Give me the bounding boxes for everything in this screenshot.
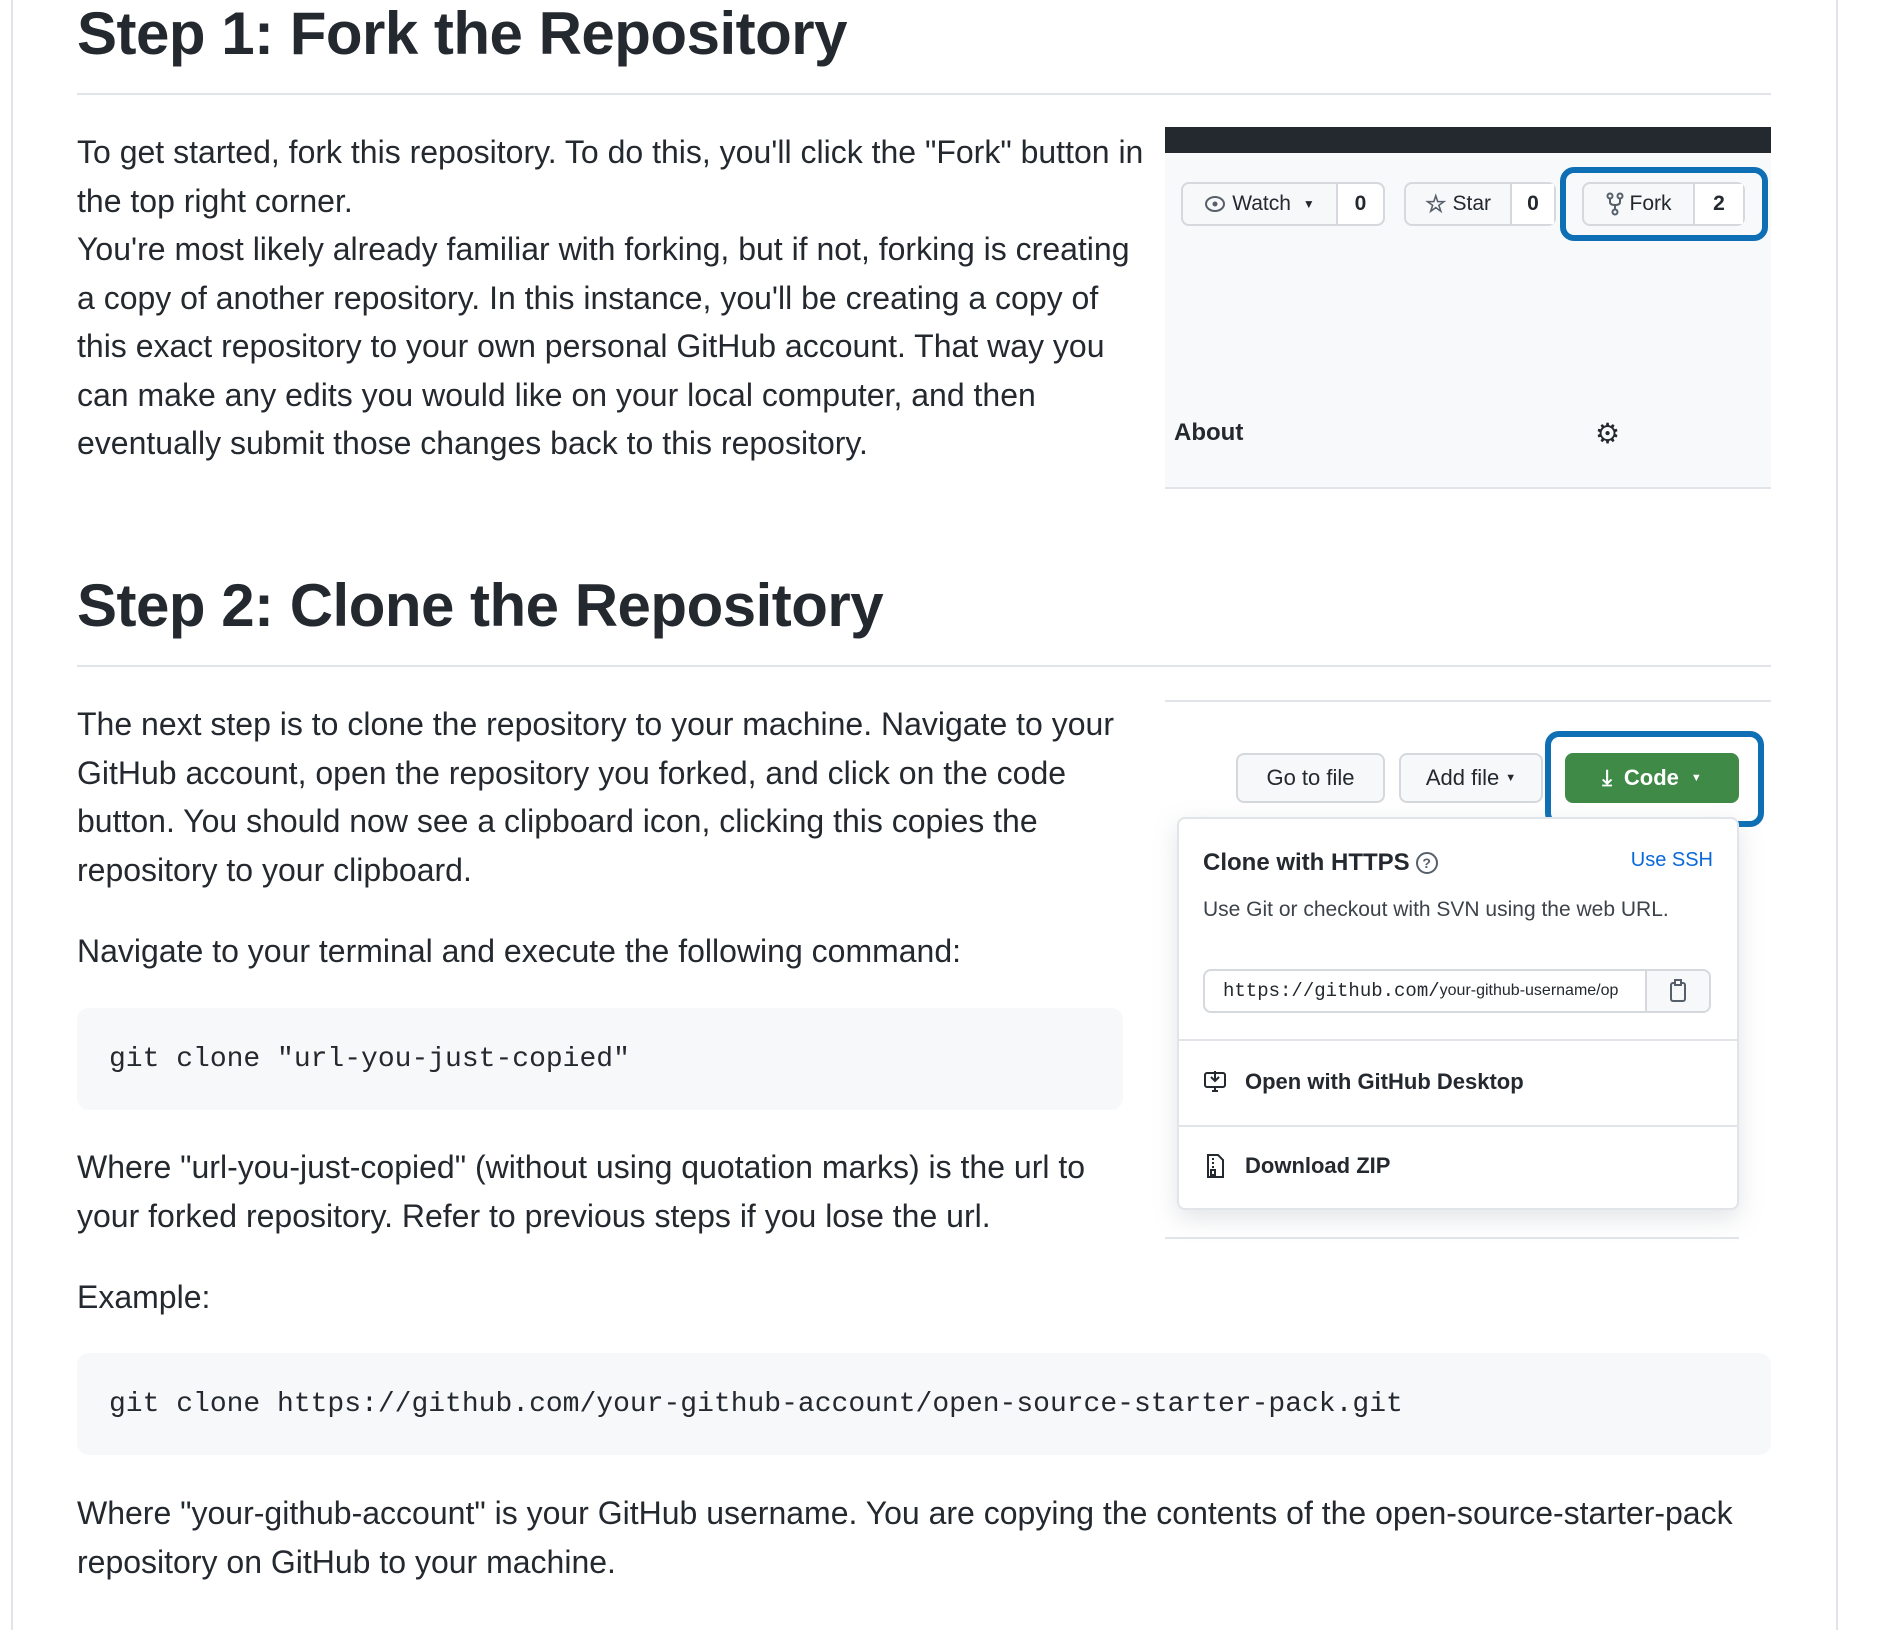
code-highlight <box>1545 731 1764 827</box>
url-prefix: https://github.com/ <box>1223 980 1440 1002</box>
navigate-text: Navigate to your terminal and execute th… <box>77 933 962 969</box>
add-file-label: Add file <box>1425 765 1500 790</box>
example-command: git clone https://github.com/your-github… <box>109 1388 1403 1420</box>
go-to-file-label: Go to file <box>1266 765 1355 790</box>
go-to-file-button[interactable]: Go to file <box>1236 753 1385 803</box>
watch-button[interactable]: Watch ▼ 0 <box>1181 182 1385 226</box>
header-bar <box>1165 127 1771 153</box>
clipboard-icon <box>1669 979 1687 1003</box>
download-zip-label: Download ZIP <box>1245 1153 1391 1178</box>
use-ssh-link[interactable]: Use SSH <box>1631 849 1713 872</box>
url-rest: your-github-username/op <box>1439 982 1619 999</box>
star-button[interactable]: ☆ Star 0 <box>1404 182 1556 226</box>
watch-label: Watch <box>1232 192 1291 215</box>
desktop-download-icon <box>1203 1070 1227 1094</box>
gear-icon[interactable]: ⚙ <box>1595 417 1620 450</box>
add-file-button[interactable]: Add file ▼ <box>1399 753 1543 803</box>
clone-url-input[interactable]: https://github.com/your-github-username/… <box>1203 969 1711 1013</box>
step1-heading: Step 1: Fork the Repository <box>77 0 847 67</box>
fork-screenshot: Watch ▼ 0 ☆ Star 0 Fork 2 About ⚙ <box>1165 127 1771 547</box>
left-border <box>11 0 13 1630</box>
star-count: 0 <box>1512 184 1554 224</box>
star-icon: ☆ <box>1424 190 1447 218</box>
clone-command: git clone "url-you-just-copied" <box>109 1043 630 1075</box>
divider <box>1179 1125 1737 1127</box>
open-desktop-item[interactable]: Open with GitHub Desktop <box>1203 1069 1524 1095</box>
divider <box>1165 700 1771 702</box>
divider <box>77 93 1771 95</box>
watch-count: 0 <box>1338 184 1383 224</box>
star-label: Star <box>1452 192 1492 215</box>
eye-icon <box>1204 193 1226 215</box>
example-command-block: git clone https://github.com/your-github… <box>77 1353 1771 1455</box>
fork-highlight <box>1560 167 1768 241</box>
right-border <box>1836 0 1838 1630</box>
question-icon[interactable]: ? <box>1415 852 1438 874</box>
clone-command-block: git clone "url-you-just-copied" <box>77 1008 1123 1110</box>
step1-paragraph: To get started, fork this repository. To… <box>77 128 1147 468</box>
file-zip-icon <box>1203 1153 1227 1179</box>
open-desktop-label: Open with GitHub Desktop <box>1245 1069 1524 1094</box>
clone-title-text: Clone with HTTPS <box>1203 849 1410 876</box>
step1-explanation: You're most likely already familiar with… <box>77 231 1130 461</box>
example-label: Example: <box>77 1279 211 1315</box>
where-text: Where "url-you-just-copied" (without usi… <box>77 1149 1086 1234</box>
step1-intro: To get started, fork this repository. To… <box>77 134 1144 219</box>
clipboard-button[interactable] <box>1645 971 1709 1011</box>
step2-heading: Step 2: Clone the Repository <box>77 572 884 639</box>
clone-dropdown: Clone with HTTPS? Use SSH Use Git or che… <box>1177 817 1739 1210</box>
divider <box>1165 1237 1739 1239</box>
clone-description: Use Git or checkout with SVN using the w… <box>1203 898 1669 921</box>
caret-down-icon: ▼ <box>1302 197 1315 211</box>
final-text: Where "your-github-account" is your GitH… <box>77 1495 1733 1580</box>
divider <box>1179 1039 1737 1041</box>
download-zip-item[interactable]: Download ZIP <box>1203 1153 1390 1179</box>
divider <box>77 665 1771 667</box>
clone-screenshot: Go to file Add file ▼ ⤓ Code ▼ Clone with H… <box>1165 700 1771 1250</box>
caret-down-icon: ▼ <box>1505 772 1517 784</box>
about-heading: About <box>1174 419 1244 446</box>
clone-title: Clone with HTTPS? <box>1203 849 1438 877</box>
step2-paragraph: The next step is to clone the repository… <box>77 706 1114 888</box>
